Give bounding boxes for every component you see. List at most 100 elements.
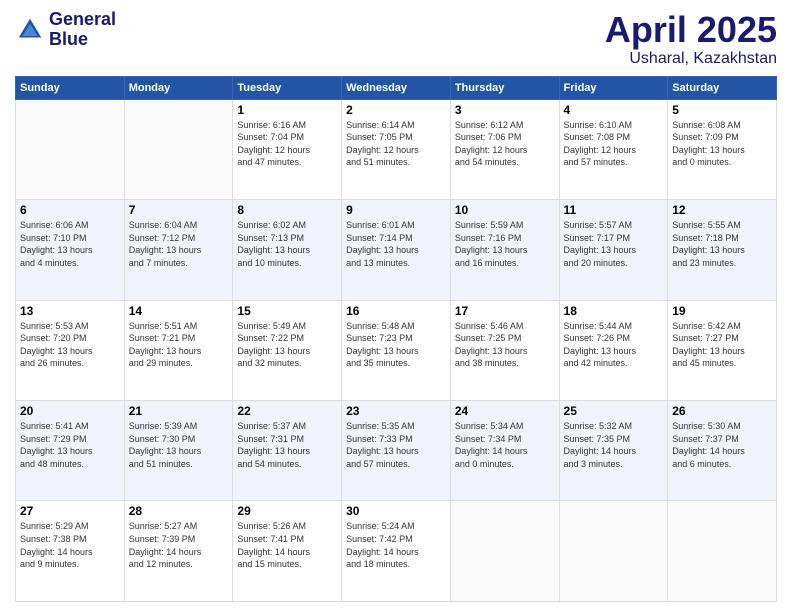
calendar-day: 7 Sunrise: 6:04 AM Sunset: 7:12 PM Daylig… bbox=[124, 200, 233, 300]
day-info: Sunrise: 5:49 AM Sunset: 7:22 PM Dayligh… bbox=[237, 320, 337, 370]
day-info: Sunrise: 5:46 AM Sunset: 7:25 PM Dayligh… bbox=[455, 320, 555, 370]
day-header-tuesday: Tuesday bbox=[233, 76, 342, 99]
calendar-day: 6Sunrise: 6:06 AM Sunset: 7:10 PM Daylig… bbox=[16, 200, 125, 300]
day-number: 8 bbox=[237, 203, 337, 217]
calendar-day: 22 Sunrise: 5:37 AM Sunset: 7:31 PM Dayli… bbox=[233, 401, 342, 501]
calendar-day: 14 Sunrise: 5:51 AM Sunset: 7:21 PM Dayli… bbox=[124, 300, 233, 400]
day-number: 17 bbox=[455, 304, 555, 318]
day-number: 7 bbox=[129, 203, 229, 217]
day-number: 26 bbox=[672, 404, 772, 418]
calendar-day: 29 Sunrise: 5:26 AM Sunset: 7:41 PM Dayli… bbox=[233, 501, 342, 602]
day-header-wednesday: Wednesday bbox=[342, 76, 451, 99]
day-number: 4 bbox=[564, 103, 664, 117]
calendar-day: 17 Sunrise: 5:46 AM Sunset: 7:25 PM Dayli… bbox=[450, 300, 559, 400]
calendar-day: 12Sunrise: 5:55 AM Sunset: 7:18 PM Dayli… bbox=[668, 200, 777, 300]
day-number: 5 bbox=[672, 103, 772, 117]
day-info: Sunrise: 5:30 AM Sunset: 7:37 PM Dayligh… bbox=[672, 420, 772, 470]
location: Usharal, Kazakhstan bbox=[605, 50, 777, 68]
calendar-week-1: 1 Sunrise: 6:16 AM Sunset: 7:04 PM Daylig… bbox=[16, 99, 777, 199]
day-info: Sunrise: 6:02 AM Sunset: 7:13 PM Dayligh… bbox=[237, 219, 337, 269]
day-header-saturday: Saturday bbox=[668, 76, 777, 99]
calendar-day: 24 Sunrise: 5:34 AM Sunset: 7:34 PM Dayli… bbox=[450, 401, 559, 501]
day-info: Sunrise: 5:51 AM Sunset: 7:21 PM Dayligh… bbox=[129, 320, 229, 370]
day-info: Sunrise: 5:55 AM Sunset: 7:18 PM Dayligh… bbox=[672, 219, 772, 269]
day-info: Sunrise: 5:41 AM Sunset: 7:29 PM Dayligh… bbox=[20, 420, 120, 470]
day-info: Sunrise: 5:27 AM Sunset: 7:39 PM Dayligh… bbox=[129, 520, 229, 570]
day-header-thursday: Thursday bbox=[450, 76, 559, 99]
calendar-day: 10Sunrise: 5:59 AM Sunset: 7:16 PM Dayli… bbox=[450, 200, 559, 300]
day-info: Sunrise: 6:14 AM Sunset: 7:05 PM Dayligh… bbox=[346, 119, 446, 169]
calendar-day: 4 Sunrise: 6:10 AM Sunset: 7:08 PM Daylig… bbox=[559, 99, 668, 199]
day-info: Sunrise: 5:37 AM Sunset: 7:31 PM Dayligh… bbox=[237, 420, 337, 470]
day-number: 11 bbox=[564, 203, 664, 217]
day-number: 30 bbox=[346, 504, 446, 518]
day-number: 29 bbox=[237, 504, 337, 518]
logo-line1: General bbox=[49, 10, 116, 30]
day-number: 19 bbox=[672, 304, 772, 318]
calendar-day: 21Sunrise: 5:39 AM Sunset: 7:30 PM Dayli… bbox=[124, 401, 233, 501]
logo-icon bbox=[15, 15, 45, 45]
day-header-monday: Monday bbox=[124, 76, 233, 99]
day-info: Sunrise: 5:32 AM Sunset: 7:35 PM Dayligh… bbox=[564, 420, 664, 470]
calendar-day: 25 Sunrise: 5:32 AM Sunset: 7:35 PM Dayli… bbox=[559, 401, 668, 501]
day-number: 22 bbox=[237, 404, 337, 418]
day-info: Sunrise: 6:12 AM Sunset: 7:06 PM Dayligh… bbox=[455, 119, 555, 169]
day-number: 9 bbox=[346, 203, 446, 217]
day-number: 24 bbox=[455, 404, 555, 418]
calendar-day: 27 Sunrise: 5:29 AM Sunset: 7:38 PM Dayli… bbox=[16, 501, 125, 602]
day-number: 15 bbox=[237, 304, 337, 318]
calendar-week-4: 20 Sunrise: 5:41 AM Sunset: 7:29 PM Dayli… bbox=[16, 401, 777, 501]
day-number: 6 bbox=[20, 203, 120, 217]
month-title: April 2025 bbox=[605, 10, 777, 50]
title-block: April 2025 Usharal, Kazakhstan bbox=[605, 10, 777, 68]
page: General Blue April 2025 Usharal, Kazakhs… bbox=[0, 0, 792, 612]
header: General Blue April 2025 Usharal, Kazakhs… bbox=[15, 10, 777, 68]
day-info: Sunrise: 5:48 AM Sunset: 7:23 PM Dayligh… bbox=[346, 320, 446, 370]
logo-text: General Blue bbox=[49, 10, 116, 50]
calendar-day: 26 Sunrise: 5:30 AM Sunset: 7:37 PM Dayli… bbox=[668, 401, 777, 501]
day-info: Sunrise: 5:29 AM Sunset: 7:38 PM Dayligh… bbox=[20, 520, 120, 570]
calendar-week-5: 27 Sunrise: 5:29 AM Sunset: 7:38 PM Dayli… bbox=[16, 501, 777, 602]
day-info: Sunrise: 5:35 AM Sunset: 7:33 PM Dayligh… bbox=[346, 420, 446, 470]
calendar-day: 18Sunrise: 5:44 AM Sunset: 7:26 PM Dayli… bbox=[559, 300, 668, 400]
day-info: Sunrise: 5:24 AM Sunset: 7:42 PM Dayligh… bbox=[346, 520, 446, 570]
calendar-day bbox=[668, 501, 777, 602]
calendar-day: 11 Sunrise: 5:57 AM Sunset: 7:17 PM Dayli… bbox=[559, 200, 668, 300]
day-number: 23 bbox=[346, 404, 446, 418]
calendar-day bbox=[559, 501, 668, 602]
calendar-day: 1 Sunrise: 6:16 AM Sunset: 7:04 PM Daylig… bbox=[233, 99, 342, 199]
day-info: Sunrise: 6:04 AM Sunset: 7:12 PM Dayligh… bbox=[129, 219, 229, 269]
day-number: 14 bbox=[129, 304, 229, 318]
day-number: 3 bbox=[455, 103, 555, 117]
calendar-day: 20 Sunrise: 5:41 AM Sunset: 7:29 PM Dayli… bbox=[16, 401, 125, 501]
day-info: Sunrise: 5:53 AM Sunset: 7:20 PM Dayligh… bbox=[20, 320, 120, 370]
day-header-sunday: Sunday bbox=[16, 76, 125, 99]
calendar-day: 16Sunrise: 5:48 AM Sunset: 7:23 PM Dayli… bbox=[342, 300, 451, 400]
day-info: Sunrise: 6:01 AM Sunset: 7:14 PM Dayligh… bbox=[346, 219, 446, 269]
day-number: 20 bbox=[20, 404, 120, 418]
day-info: Sunrise: 6:10 AM Sunset: 7:08 PM Dayligh… bbox=[564, 119, 664, 169]
logo: General Blue bbox=[15, 10, 116, 50]
day-info: Sunrise: 5:34 AM Sunset: 7:34 PM Dayligh… bbox=[455, 420, 555, 470]
day-info: Sunrise: 5:57 AM Sunset: 7:17 PM Dayligh… bbox=[564, 219, 664, 269]
day-number: 1 bbox=[237, 103, 337, 117]
day-info: Sunrise: 6:08 AM Sunset: 7:09 PM Dayligh… bbox=[672, 119, 772, 169]
day-number: 13 bbox=[20, 304, 120, 318]
calendar-day: 28Sunrise: 5:27 AM Sunset: 7:39 PM Dayli… bbox=[124, 501, 233, 602]
day-number: 25 bbox=[564, 404, 664, 418]
day-number: 10 bbox=[455, 203, 555, 217]
calendar-day: 5 Sunrise: 6:08 AM Sunset: 7:09 PM Daylig… bbox=[668, 99, 777, 199]
day-info: Sunrise: 5:44 AM Sunset: 7:26 PM Dayligh… bbox=[564, 320, 664, 370]
day-info: Sunrise: 5:26 AM Sunset: 7:41 PM Dayligh… bbox=[237, 520, 337, 570]
day-info: Sunrise: 5:39 AM Sunset: 7:30 PM Dayligh… bbox=[129, 420, 229, 470]
calendar-day: 2Sunrise: 6:14 AM Sunset: 7:05 PM Daylig… bbox=[342, 99, 451, 199]
calendar-week-3: 13 Sunrise: 5:53 AM Sunset: 7:20 PM Dayli… bbox=[16, 300, 777, 400]
calendar-day: 8 Sunrise: 6:02 AM Sunset: 7:13 PM Daylig… bbox=[233, 200, 342, 300]
calendar-header-row: SundayMondayTuesdayWednesdayThursdayFrid… bbox=[16, 76, 777, 99]
calendar-day: 13 Sunrise: 5:53 AM Sunset: 7:20 PM Dayli… bbox=[16, 300, 125, 400]
calendar-day bbox=[16, 99, 125, 199]
day-number: 27 bbox=[20, 504, 120, 518]
calendar-day: 3 Sunrise: 6:12 AM Sunset: 7:06 PM Daylig… bbox=[450, 99, 559, 199]
day-header-friday: Friday bbox=[559, 76, 668, 99]
day-info: Sunrise: 6:16 AM Sunset: 7:04 PM Dayligh… bbox=[237, 119, 337, 169]
